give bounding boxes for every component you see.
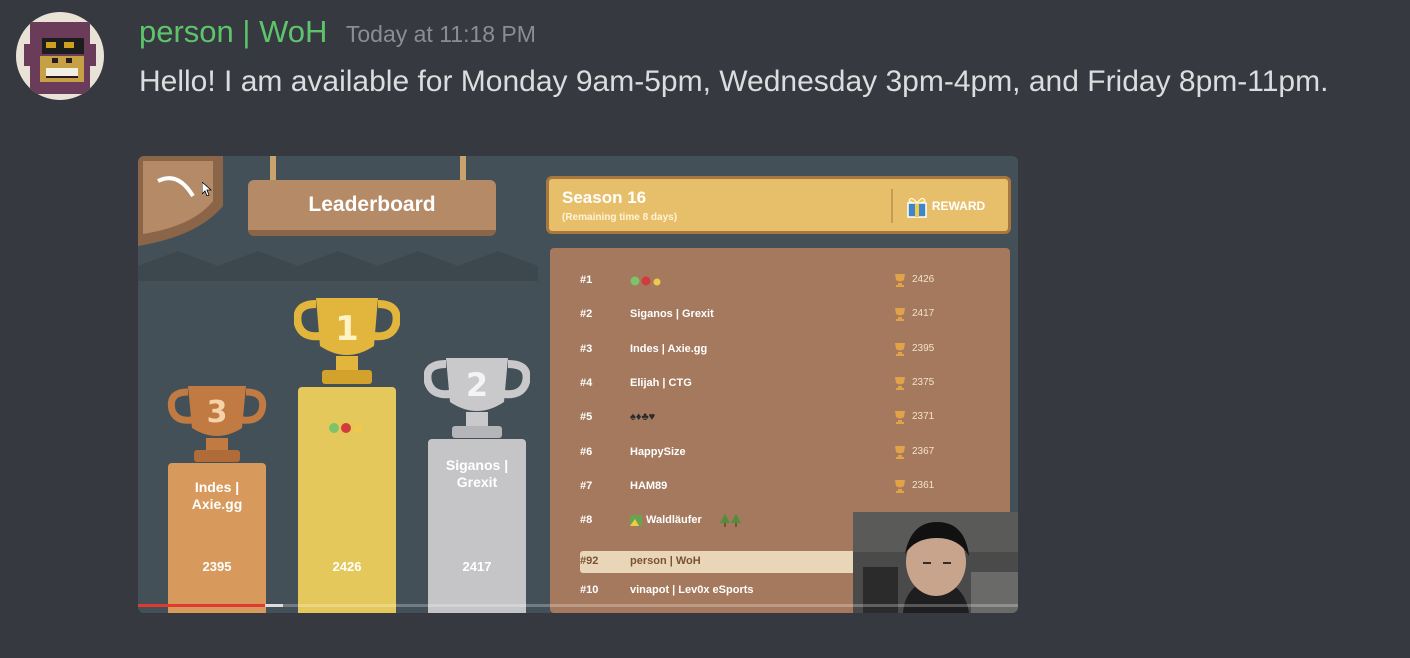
list-item[interactable]: #7 HAM89 2361	[580, 476, 990, 498]
list-item[interactable]: #2 Siganos | Grexit 2417	[580, 304, 990, 326]
reward-button[interactable]: REWARD	[891, 189, 998, 223]
player-name: HappySize	[630, 446, 686, 458]
podium-score: 2426	[332, 559, 362, 574]
list-item[interactable]: #6 HappySize 2367	[580, 442, 990, 464]
rank: #3	[580, 343, 593, 355]
trophy-icon	[895, 274, 905, 287]
landscape-emoji-icon	[630, 515, 642, 526]
score: 2417	[912, 308, 935, 319]
podium-first: 2426	[298, 387, 396, 613]
fruit-emoji-icon	[630, 276, 661, 286]
rank: #10	[580, 584, 599, 596]
rank: #7	[580, 480, 593, 492]
trophy-icon	[895, 446, 905, 459]
player-name: Elijah | CTG	[630, 377, 692, 389]
timestamp: Today at 11:18 PM	[345, 21, 536, 47]
score: 2395	[912, 343, 935, 354]
bronze-trophy-icon: 3	[167, 386, 267, 462]
player-name: vinapot | Lev0x eSports	[630, 584, 754, 596]
embedded-video[interactable]: Leaderboard Season 16 (Remaining time 8 …	[138, 156, 1018, 613]
podium-score: 2395	[202, 559, 232, 574]
season-subtitle: (Remaining time 8 days)	[562, 212, 678, 223]
score: 2426	[912, 274, 935, 285]
list-item[interactable]: #1 2426	[580, 270, 990, 292]
list-item[interactable]: #5 ♠♦♣♥ 2371	[580, 407, 990, 429]
trophy-icon	[895, 377, 905, 390]
podium-third: Indes | Axie.gg 2395	[168, 463, 266, 613]
rank: #1	[580, 274, 593, 286]
webcam-person-image	[853, 512, 1018, 613]
podium-score: 2417	[462, 559, 492, 574]
score: 2367	[912, 446, 935, 457]
trophy-icon	[895, 343, 905, 356]
list-item[interactable]: #3 Indes | Axie.gg 2395	[580, 339, 990, 361]
webcam-overlay	[853, 512, 1018, 613]
rank: #8	[580, 514, 593, 526]
message-header: person | WoH Today at 11:18 PM	[139, 14, 536, 54]
player-name: Indes | Axie.gg	[630, 343, 708, 355]
rank: #92	[580, 555, 599, 567]
username[interactable]: person | WoH	[139, 14, 327, 49]
podium-name: Indes | Axie.gg	[191, 479, 243, 512]
player-name: HAM89	[630, 480, 668, 492]
list-item-current-user[interactable]: #92 person | WoH	[580, 551, 870, 573]
player-name: Waldläufer	[646, 514, 702, 526]
player-name: person | WoH	[630, 555, 701, 567]
season-panel: Season 16 (Remaining time 8 days) REWARD	[546, 176, 1011, 234]
cursor-icon	[202, 182, 212, 196]
season-title: Season 16	[562, 188, 647, 207]
place-number: 3	[207, 395, 228, 430]
fruit-emoji-icon	[329, 423, 362, 433]
place-number: 1	[335, 309, 359, 349]
video-progress-bar[interactable]	[138, 604, 1018, 607]
silver-trophy-icon: 2	[424, 358, 530, 438]
score: 2361	[912, 480, 935, 491]
video-progress-buffered	[264, 604, 283, 607]
player-name: ♠♦♣♥	[630, 411, 656, 423]
score: 2371	[912, 411, 935, 422]
user-avatar[interactable]	[16, 12, 104, 100]
reward-label: REWARD	[931, 199, 986, 213]
podium-second: Siganos | Grexit 2417	[428, 439, 526, 613]
score: 2375	[912, 377, 935, 388]
message-text: Hello! I am available for Monday 9am-5pm…	[139, 65, 1329, 98]
podium-name: Siganos | Grexit	[445, 457, 509, 490]
player-name: Siganos | Grexit	[630, 308, 714, 320]
video-progress-played	[138, 604, 265, 607]
trophy-icon	[895, 308, 905, 321]
trophy-icon	[895, 411, 905, 424]
gift-icon	[907, 197, 927, 218]
rank: #6	[580, 446, 593, 458]
rank: #5	[580, 411, 593, 423]
tree-emoji-icon	[720, 514, 741, 527]
leaderboard-title: Leaderboard	[248, 180, 496, 236]
rank: #4	[580, 377, 593, 389]
chat-message: person | WoH Today at 11:18 PM Hello! I …	[0, 0, 1410, 658]
list-item[interactable]: #4 Elijah | CTG 2375	[580, 373, 990, 395]
trophy-icon	[895, 480, 905, 493]
rank: #2	[580, 308, 593, 320]
place-number: 2	[466, 366, 488, 404]
gold-trophy-icon: 1	[294, 298, 400, 384]
